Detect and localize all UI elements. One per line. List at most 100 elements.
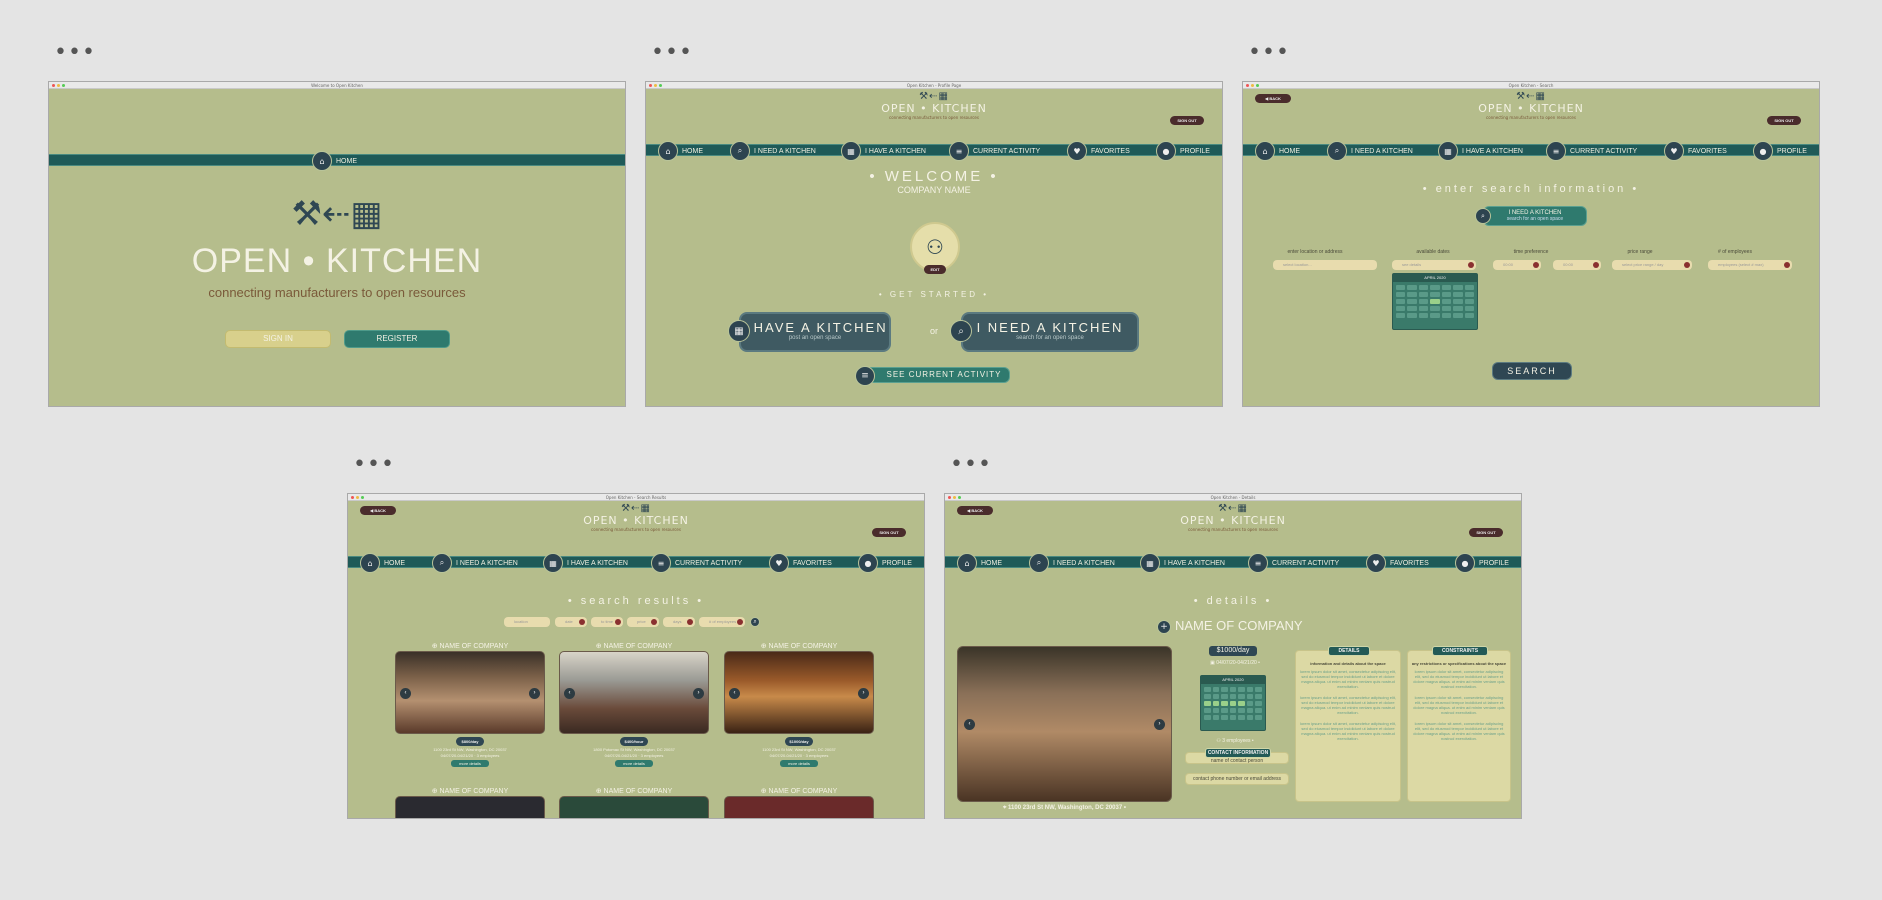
- calendar-view[interactable]: APRIL 2020: [1200, 675, 1266, 731]
- zoom-dot[interactable]: [361, 496, 364, 499]
- nav-need-kitchen[interactable]: ⌕ I NEED A KITCHEN: [1327, 141, 1413, 161]
- result-photo[interactable]: ‹ ›: [559, 651, 709, 734]
- nav-favorites[interactable]: ♥ FAVORITES: [1067, 141, 1130, 161]
- have-kitchen-button[interactable]: I HAVE A KITCHEN post an open space: [739, 312, 891, 352]
- edit-button[interactable]: EDIT: [924, 265, 946, 274]
- nav-home[interactable]: ⌂ HOME: [957, 553, 1002, 573]
- calendar-grid[interactable]: [1393, 282, 1477, 321]
- nav-favorites[interactable]: ♥ FAVORITES: [769, 553, 832, 573]
- nav-have-kitchen[interactable]: ▦ I HAVE A KITCHEN: [1438, 141, 1523, 161]
- prev-arrow-icon[interactable]: ‹: [729, 688, 740, 699]
- minimize-dot[interactable]: [57, 84, 60, 87]
- header-logo[interactable]: ⚒⇠▦ OPEN • KITCHEN connecting manufactur…: [1243, 91, 1819, 120]
- menu-dots[interactable]: •••: [950, 454, 992, 476]
- result-photo[interactable]: ‹ ›: [724, 651, 874, 734]
- nav-need-kitchen[interactable]: ⌕ I NEED A KITCHEN: [730, 141, 816, 161]
- nav-profile[interactable]: ● PROFILE: [1156, 141, 1210, 161]
- search-button[interactable]: SEARCH: [1492, 362, 1572, 380]
- close-dot[interactable]: [1246, 84, 1249, 87]
- nav-current-activity[interactable]: ≡ CURRENT ACTIVITY: [1248, 553, 1339, 573]
- price-select[interactable]: select price range / day: [1612, 260, 1692, 270]
- result-title[interactable]: ⊕ NAME OF COMPANY: [724, 642, 874, 650]
- menu-dots[interactable]: •••: [353, 454, 395, 476]
- close-dot[interactable]: [948, 496, 951, 499]
- dates-select[interactable]: see details: [1392, 260, 1476, 270]
- nav-current-activity[interactable]: ≡ CURRENT ACTIVITY: [1546, 141, 1637, 161]
- menu-dots[interactable]: •••: [1248, 42, 1290, 64]
- nav-have-kitchen[interactable]: ▦ I HAVE A KITCHEN: [543, 553, 628, 573]
- result-photo[interactable]: ‹ ›: [395, 651, 545, 734]
- next-arrow-icon[interactable]: ›: [1154, 719, 1165, 730]
- register-button[interactable]: REGISTER: [344, 330, 450, 348]
- result-title[interactable]: ⊕ NAME OF COMPANY: [559, 787, 709, 795]
- sign-out-button[interactable]: SIGN OUT: [1767, 116, 1801, 125]
- header-logo[interactable]: ⚒⇠▦ OPEN • KITCHEN connecting manufactur…: [348, 503, 924, 532]
- nav-profile[interactable]: ● PROFILE: [858, 553, 912, 573]
- filter-price[interactable]: price: [627, 617, 659, 627]
- result-photo[interactable]: [395, 796, 545, 818]
- result-photo[interactable]: [724, 796, 874, 818]
- location-input[interactable]: select location...: [1273, 260, 1377, 270]
- filter-employees[interactable]: # of employees: [699, 617, 745, 627]
- result-photo[interactable]: [559, 796, 709, 818]
- nav-current-activity[interactable]: ≡ CURRENT ACTIVITY: [651, 553, 742, 573]
- filter-time[interactable]: to time: [591, 617, 623, 627]
- sign-out-button[interactable]: SIGN OUT: [1170, 116, 1204, 125]
- prev-arrow-icon[interactable]: ‹: [564, 688, 575, 699]
- next-arrow-icon[interactable]: ›: [529, 688, 540, 699]
- time-to-select[interactable]: 00:00: [1553, 260, 1601, 270]
- nav-home[interactable]: ⌂ HOME: [658, 141, 703, 161]
- nav-current-activity[interactable]: ≡ CURRENT ACTIVITY: [949, 141, 1040, 161]
- result-title[interactable]: ⊕ NAME OF COMPANY: [724, 787, 874, 795]
- nav-home[interactable]: ⌂ HOME: [1255, 141, 1300, 161]
- result-title[interactable]: ⊕ NAME OF COMPANY: [395, 642, 545, 650]
- nav-favorites[interactable]: ♥ FAVORITES: [1366, 553, 1429, 573]
- sign-in-button[interactable]: SIGN IN: [225, 330, 331, 348]
- filter-days[interactable]: days: [663, 617, 695, 627]
- minimize-dot[interactable]: [356, 496, 359, 499]
- nav-home[interactable]: ⌂ HOME: [360, 553, 405, 573]
- see-activity-button[interactable]: SEE CURRENT ACTIVITY: [864, 367, 1010, 383]
- prev-arrow-icon[interactable]: ‹: [400, 688, 411, 699]
- gallery-photo[interactable]: ‹ ›: [957, 646, 1172, 802]
- next-arrow-icon[interactable]: ›: [693, 688, 704, 699]
- header-logo[interactable]: ⚒⇠▦ OPEN • KITCHEN connecting manufactur…: [945, 503, 1521, 532]
- nav-need-kitchen[interactable]: ⌕ I NEED A KITCHEN: [1029, 553, 1115, 573]
- nav-favorites[interactable]: ♥ FAVORITES: [1664, 141, 1727, 161]
- sign-out-button[interactable]: SIGN OUT: [1469, 528, 1503, 537]
- filter-location[interactable]: location: [504, 617, 550, 627]
- menu-dots[interactable]: •••: [54, 42, 96, 64]
- more-details-button[interactable]: more details: [451, 760, 489, 767]
- result-title[interactable]: ⊕ NAME OF COMPANY: [559, 642, 709, 650]
- calendar-grid[interactable]: [1201, 684, 1265, 723]
- zoom-dot[interactable]: [62, 84, 65, 87]
- nav-have-kitchen[interactable]: ▦ I HAVE A KITCHEN: [841, 141, 926, 161]
- calendar-picker[interactable]: APRIL 2020: [1392, 273, 1478, 330]
- minimize-dot[interactable]: [1251, 84, 1254, 87]
- header-logo[interactable]: ⚒⇠▦ OPEN • KITCHEN connecting manufactur…: [646, 91, 1222, 120]
- close-dot[interactable]: [649, 84, 652, 87]
- nav-have-kitchen[interactable]: ▦ I HAVE A KITCHEN: [1140, 553, 1225, 573]
- menu-dots[interactable]: •••: [651, 42, 693, 64]
- nav-profile[interactable]: ● PROFILE: [1753, 141, 1807, 161]
- nav-profile[interactable]: ● PROFILE: [1455, 553, 1509, 573]
- nav-home[interactable]: ⌂ HOME: [312, 151, 357, 171]
- filter-date[interactable]: date: [555, 617, 587, 627]
- search-icon[interactable]: ⌕: [750, 617, 760, 627]
- employees-select[interactable]: employees (select # max): [1708, 260, 1792, 270]
- close-dot[interactable]: [52, 84, 55, 87]
- need-kitchen-badge[interactable]: I NEED A KITCHEN search for an open spac…: [1483, 206, 1587, 226]
- next-arrow-icon[interactable]: ›: [858, 688, 869, 699]
- close-dot[interactable]: [351, 496, 354, 499]
- sign-out-button[interactable]: SIGN OUT: [872, 528, 906, 537]
- add-icon[interactable]: +: [1157, 619, 1171, 634]
- minimize-dot[interactable]: [953, 496, 956, 499]
- more-details-button[interactable]: more details: [615, 760, 653, 767]
- result-title[interactable]: ⊕ NAME OF COMPANY: [395, 787, 545, 795]
- more-details-button[interactable]: more details: [780, 760, 818, 767]
- zoom-dot[interactable]: [1256, 84, 1259, 87]
- prev-arrow-icon[interactable]: ‹: [964, 719, 975, 730]
- time-from-select[interactable]: 00:00: [1493, 260, 1541, 270]
- need-kitchen-button[interactable]: I NEED A KITCHEN search for an open spac…: [961, 312, 1139, 352]
- zoom-dot[interactable]: [958, 496, 961, 499]
